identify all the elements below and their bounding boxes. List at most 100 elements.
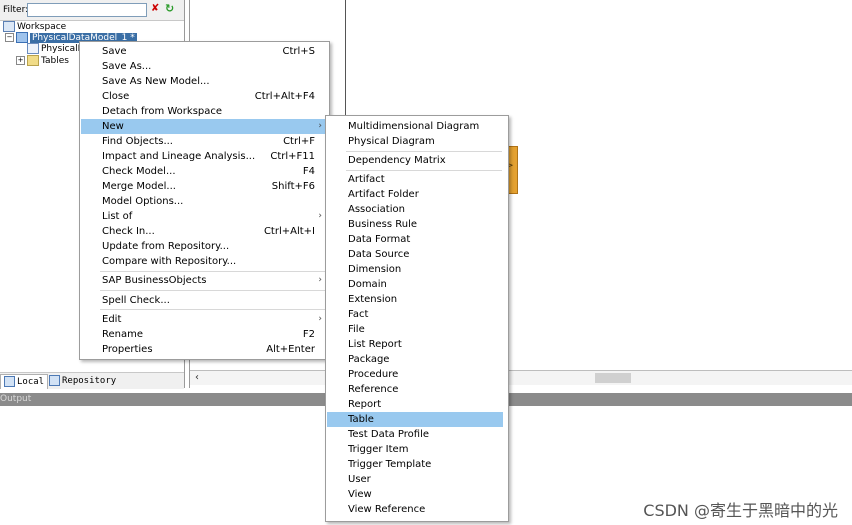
menu-item-label: Save As... bbox=[102, 61, 152, 72]
menu-item-shortcut: Ctrl+S bbox=[282, 46, 315, 57]
menu-item-list-of[interactable]: List of › bbox=[81, 209, 328, 224]
submenu-item-label: Package bbox=[348, 354, 390, 365]
submenu-item-view[interactable]: View bbox=[327, 487, 503, 502]
submenu-arrow-icon: › bbox=[318, 211, 322, 221]
submenu-item-view-reference[interactable]: View Reference bbox=[327, 502, 503, 517]
submenu-item-label: Report bbox=[348, 399, 382, 410]
refresh-icon[interactable]: ↻ bbox=[165, 2, 174, 15]
submenu-item-label: Trigger Template bbox=[348, 459, 432, 470]
submenu-item-label: List Report bbox=[348, 339, 402, 350]
submenu-item-data-source[interactable]: Data Source bbox=[327, 247, 503, 262]
submenu-item-label: View bbox=[348, 489, 372, 500]
tab-repository[interactable]: Repository bbox=[46, 374, 119, 388]
menu-item-close[interactable]: Close Ctrl+Alt+F4 bbox=[81, 89, 328, 104]
menu-item-spell-check[interactable]: Spell Check... bbox=[81, 293, 328, 308]
submenu-item-user[interactable]: User bbox=[327, 472, 503, 487]
menu-separator bbox=[100, 290, 326, 291]
submenu-item-label: Dimension bbox=[348, 264, 402, 275]
scroll-left-icon[interactable]: ‹ bbox=[195, 372, 199, 383]
expand-icon[interactable]: + bbox=[16, 56, 25, 65]
menu-item-label: Model Options... bbox=[102, 196, 184, 207]
menu-item-merge-model[interactable]: Merge Model... Shift+F6 bbox=[81, 179, 328, 194]
output-title: Output bbox=[0, 394, 32, 404]
menu-item-save[interactable]: Save Ctrl+S bbox=[81, 44, 328, 59]
tab-label: Local bbox=[17, 377, 45, 387]
filter-bar: Filter: ✘ ↻ bbox=[0, 0, 184, 21]
menu-item-sap-businessobjects[interactable]: SAP BusinessObjects › bbox=[81, 273, 328, 288]
submenu-item-list-report[interactable]: List Report bbox=[327, 337, 503, 352]
menu-item-label: Edit bbox=[102, 314, 122, 325]
submenu-item-artifact[interactable]: Artifact bbox=[327, 172, 503, 187]
menu-item-label: Save bbox=[102, 46, 127, 57]
menu-item-shortcut: Ctrl+F11 bbox=[270, 151, 315, 162]
submenu-item-fact[interactable]: Fact bbox=[327, 307, 503, 322]
menu-item-edit[interactable]: Edit › bbox=[81, 312, 328, 327]
horizontal-scrollbar[interactable]: ‹ bbox=[190, 370, 852, 385]
menu-item-save-as[interactable]: Save As... bbox=[81, 59, 328, 74]
menu-item-new[interactable]: New › bbox=[81, 119, 328, 134]
menu-item-label: Close bbox=[102, 91, 130, 102]
tab-local[interactable]: Local bbox=[0, 374, 49, 389]
submenu-item-label: Reference bbox=[348, 384, 399, 395]
submenu-item-table[interactable]: Table bbox=[327, 412, 503, 427]
submenu-item-file[interactable]: File bbox=[327, 322, 503, 337]
submenu-item-label: Physical Diagram bbox=[348, 136, 435, 147]
filter-input[interactable] bbox=[27, 3, 147, 17]
submenu-item-reference[interactable]: Reference bbox=[327, 382, 503, 397]
menu-item-check-in[interactable]: Check In... Ctrl+Alt+I bbox=[81, 224, 328, 239]
tree-node-tables[interactable]: + Tables bbox=[16, 55, 69, 67]
menu-item-shortcut: Ctrl+Alt+F4 bbox=[254, 91, 315, 102]
submenu-item-report[interactable]: Report bbox=[327, 397, 503, 412]
clear-filter-icon[interactable]: ✘ bbox=[151, 3, 159, 14]
submenu-item-procedure[interactable]: Procedure bbox=[327, 367, 503, 382]
menu-item-shortcut: F4 bbox=[302, 166, 315, 177]
submenu-item-association[interactable]: Association bbox=[327, 202, 503, 217]
submenu-item-extension[interactable]: Extension bbox=[327, 292, 503, 307]
submenu-item-trigger-template[interactable]: Trigger Template bbox=[327, 457, 503, 472]
submenu-item-label: Table bbox=[348, 414, 374, 425]
menu-item-compare-with-repository[interactable]: Compare with Repository... bbox=[81, 254, 328, 269]
folder-icon bbox=[27, 55, 39, 66]
submenu-arrow-icon: › bbox=[318, 275, 322, 285]
menu-item-label: Impact and Lineage Analysis... bbox=[102, 151, 256, 162]
menu-item-label: Spell Check... bbox=[102, 295, 170, 306]
submenu-item-label: File bbox=[348, 324, 365, 335]
submenu-item-package[interactable]: Package bbox=[327, 352, 503, 367]
submenu-item-artifact-folder[interactable]: Artifact Folder bbox=[327, 187, 503, 202]
repository-icon bbox=[49, 375, 60, 386]
menu-item-find-objects[interactable]: Find Objects... Ctrl+F bbox=[81, 134, 328, 149]
menu-item-label: Merge Model... bbox=[102, 181, 176, 192]
menu-item-label: Properties bbox=[102, 344, 153, 355]
submenu-item-business-rule[interactable]: Business Rule bbox=[327, 217, 503, 232]
submenu-item-test-data-profile[interactable]: Test Data Profile bbox=[327, 427, 503, 442]
workspace-tabs: Local Repository bbox=[0, 372, 184, 389]
submenu-item-dependency-matrix[interactable]: Dependency Matrix bbox=[327, 153, 503, 168]
local-icon bbox=[4, 376, 15, 387]
submenu-item-label: Trigger Item bbox=[348, 444, 409, 455]
submenu-item-physical-diagram[interactable]: Physical Diagram bbox=[327, 134, 503, 149]
menu-item-check-model[interactable]: Check Model... F4 bbox=[81, 164, 328, 179]
menu-item-save-as-new-model[interactable]: Save As New Model... bbox=[81, 74, 328, 89]
scroll-thumb[interactable] bbox=[595, 373, 631, 383]
menu-separator bbox=[346, 170, 502, 171]
menu-item-impact-lineage[interactable]: Impact and Lineage Analysis... Ctrl+F11 bbox=[81, 149, 328, 164]
submenu-item-label: Procedure bbox=[348, 369, 399, 380]
menu-item-detach[interactable]: Detach from Workspace bbox=[81, 104, 328, 119]
menu-item-model-options[interactable]: Model Options... bbox=[81, 194, 328, 209]
submenu-item-domain[interactable]: Domain bbox=[327, 277, 503, 292]
submenu-item-label: Artifact bbox=[348, 174, 385, 185]
submenu-item-label: Artifact Folder bbox=[348, 189, 419, 200]
tree-node-diagram[interactable]: PhysicalD bbox=[27, 43, 85, 55]
submenu-arrow-icon: › bbox=[318, 314, 322, 324]
menu-item-rename[interactable]: Rename F2 bbox=[81, 327, 328, 342]
submenu-item-dimension[interactable]: Dimension bbox=[327, 262, 503, 277]
menu-item-properties[interactable]: Properties Alt+Enter bbox=[81, 342, 328, 357]
submenu-item-multidimensional-diagram[interactable]: Multidimensional Diagram bbox=[327, 119, 503, 134]
filter-label: Filter: bbox=[3, 5, 29, 15]
menu-item-update-from-repository[interactable]: Update from Repository... bbox=[81, 239, 328, 254]
menu-item-label: Detach from Workspace bbox=[102, 106, 223, 117]
submenu-item-data-format[interactable]: Data Format bbox=[327, 232, 503, 247]
menu-item-label: Save As New Model... bbox=[102, 76, 210, 87]
collapse-icon[interactable]: − bbox=[5, 33, 14, 42]
submenu-item-trigger-item[interactable]: Trigger Item bbox=[327, 442, 503, 457]
